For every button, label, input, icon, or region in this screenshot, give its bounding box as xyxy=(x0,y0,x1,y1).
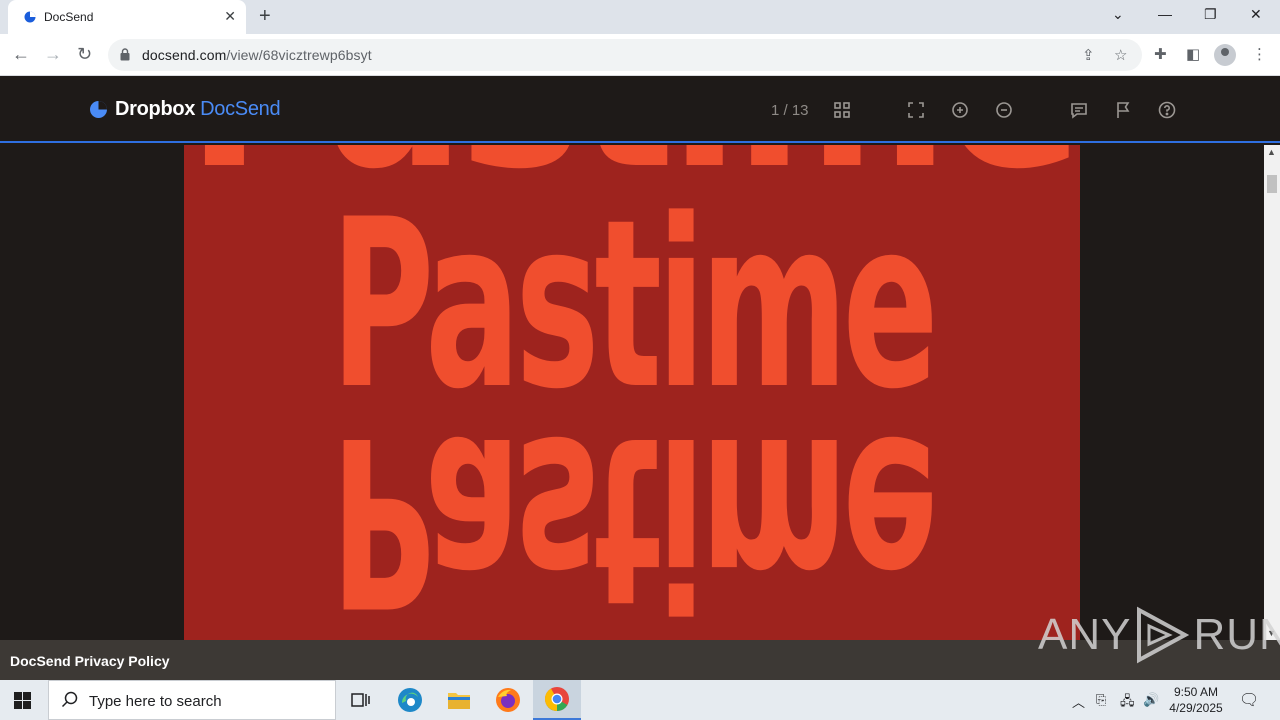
windows-start-icon[interactable] xyxy=(14,692,31,709)
share-icon[interactable]: ⇪ xyxy=(1082,46,1095,64)
system-clock[interactable]: 9:50 AM 4/29/2025 xyxy=(1166,684,1226,716)
address-bar[interactable]: docsend.com/view/68vicztrewp6bsyt ⇪ ☆ xyxy=(108,39,1142,71)
docsend-favicon-icon xyxy=(24,11,36,23)
scroll-up-icon[interactable]: ▲ xyxy=(1267,147,1276,157)
privacy-policy-link[interactable]: DocSend Privacy Policy xyxy=(10,653,170,669)
browser-tab[interactable]: DocSend ✕ xyxy=(8,0,246,34)
play-logo-icon xyxy=(1137,606,1190,664)
forward-icon[interactable]: → xyxy=(44,44,62,64)
minimize-button[interactable]: — xyxy=(1158,6,1172,22)
back-icon[interactable]: ← xyxy=(12,44,30,64)
chrome-menu-icon[interactable]: ⋮ xyxy=(1252,45,1267,63)
fullscreen-icon[interactable] xyxy=(907,101,925,119)
watermark-left: ANY xyxy=(1038,610,1132,659)
browser-toolbar: ← → ↻ docsend.com/view/68vicztrewp6bsyt … xyxy=(0,34,1280,76)
lock-icon xyxy=(120,48,130,61)
bookmark-star-icon[interactable]: ☆ xyxy=(1114,46,1127,64)
slide-artwork: Pastime Pastime Pastime xyxy=(186,145,1080,640)
clock-time: 9:50 AM xyxy=(1173,685,1219,699)
brand-name: Dropbox xyxy=(115,98,196,120)
help-icon[interactable] xyxy=(1158,101,1176,119)
tab-close-icon[interactable]: ✕ xyxy=(224,8,236,24)
profile-avatar[interactable] xyxy=(1214,44,1236,66)
task-view-icon[interactable] xyxy=(336,680,384,720)
grid-icon[interactable] xyxy=(833,101,851,119)
slide-reflection: Pastime xyxy=(331,385,934,640)
zoom-in-icon[interactable] xyxy=(951,101,969,119)
url-text[interactable]: docsend.com/view/68vicztrewp6bsyt xyxy=(142,47,372,63)
new-tab-button[interactable]: + xyxy=(259,5,271,27)
vertical-scrollbar[interactable]: ▲ ▼ xyxy=(1264,145,1280,640)
reload-icon[interactable]: ↻ xyxy=(77,44,92,64)
chrome-taskbar-icon[interactable] xyxy=(533,680,581,720)
search-placeholder: Type here to search xyxy=(89,693,222,710)
url-path: /view/68vicztrewp6bsyt xyxy=(226,47,372,63)
product-name: DocSend xyxy=(200,98,281,120)
flag-icon[interactable] xyxy=(1114,101,1132,119)
anyrun-watermark: ANY RUN xyxy=(1038,606,1280,664)
side-panel-icon[interactable]: ◧ xyxy=(1186,45,1200,63)
search-icon xyxy=(61,691,78,708)
docsend-logo-icon xyxy=(90,101,107,118)
file-explorer-icon[interactable] xyxy=(435,680,483,720)
url-domain: docsend.com xyxy=(142,47,227,63)
zoom-out-icon[interactable] xyxy=(995,101,1013,119)
firefox-icon[interactable] xyxy=(484,680,532,720)
clock-date: 4/29/2025 xyxy=(1169,701,1223,715)
tray-device-icon[interactable]: ⎘ xyxy=(1096,692,1106,708)
page-indicator[interactable]: 1 / 13 xyxy=(771,102,809,119)
edge-icon[interactable] xyxy=(386,680,434,720)
windows-taskbar: Type here to search ︿ ⎘ 🖧 🔊 9:50 AM 4/29… xyxy=(0,680,1280,720)
taskbar-search-box[interactable]: Type here to search xyxy=(48,680,336,720)
watermark-right: RUN xyxy=(1193,610,1280,659)
volume-icon[interactable]: 🔊 xyxy=(1143,692,1159,708)
tray-chevron-icon[interactable]: ︿ xyxy=(1072,692,1085,711)
dropbox-docsend-logo[interactable]: Dropbox DocSend xyxy=(90,98,281,121)
scrollbar-thumb[interactable] xyxy=(1267,175,1277,193)
restore-button[interactable]: ❐ xyxy=(1204,6,1217,23)
document-viewer[interactable]: Pastime Pastime Pastime xyxy=(0,145,1264,640)
browser-tab-strip: DocSend ✕ + ⌄ — ❐ ✕ xyxy=(0,0,1280,34)
window-close-button[interactable]: ✕ xyxy=(1250,6,1262,23)
slide-page: Pastime Pastime Pastime xyxy=(184,145,1080,640)
comment-icon[interactable] xyxy=(1070,101,1088,119)
network-icon[interactable]: 🖧 xyxy=(1120,692,1135,714)
notifications-icon[interactable]: 🗨 xyxy=(1239,690,1259,710)
tab-title: DocSend xyxy=(44,10,94,24)
docsend-header: Dropbox DocSend 1 / 13 xyxy=(0,77,1280,143)
tab-search-icon[interactable]: ⌄ xyxy=(1112,6,1124,23)
extensions-icon[interactable]: ✚ xyxy=(1154,45,1167,63)
